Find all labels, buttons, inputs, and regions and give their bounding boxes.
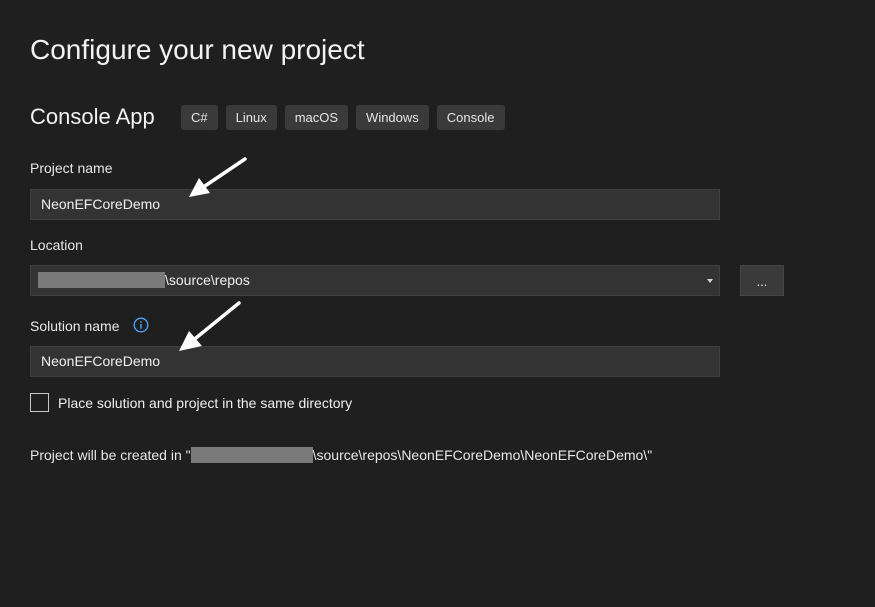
- template-name: Console App: [30, 104, 155, 129]
- tag-platform-windows: Windows: [356, 105, 429, 130]
- location-label: Location: [30, 237, 83, 253]
- project-name-label: Project name: [30, 160, 113, 176]
- tag-project-type: Console: [436, 105, 505, 130]
- tag-language: C#: [181, 105, 218, 130]
- redacted-path: [190, 447, 313, 463]
- solution-name-label: Solution name: [30, 318, 120, 334]
- browse-button[interactable]: ...: [740, 265, 784, 296]
- solution-name-input[interactable]: NeonEFCoreDemo: [30, 346, 720, 377]
- same-directory-label[interactable]: Place solution and project in the same d…: [58, 395, 352, 411]
- location-value: \source\repos: [165, 272, 250, 288]
- template-tags: C# Linux macOS Windows Console: [181, 105, 505, 130]
- info-icon[interactable]: [133, 317, 149, 333]
- created-path-text: Project will be created in " \source\repo…: [30, 447, 652, 463]
- project-name-input[interactable]: NeonEFCoreDemo: [30, 189, 720, 220]
- created-path-suffix: \source\repos\NeonEFCoreDemo\NeonEFCoreD…: [312, 447, 653, 463]
- annotation-arrow-icon: [179, 301, 241, 351]
- chevron-down-icon[interactable]: [707, 279, 713, 283]
- redacted-path: [38, 272, 165, 288]
- tag-platform-macos: macOS: [284, 105, 349, 130]
- created-path-prefix: Project will be created in ": [30, 447, 191, 463]
- tag-platform-linux: Linux: [225, 105, 277, 130]
- page-title: Configure your new project: [30, 34, 365, 65]
- same-directory-checkbox[interactable]: [30, 393, 49, 412]
- annotation-arrow-icon: [189, 157, 247, 197]
- location-combobox[interactable]: \source\repos: [30, 265, 720, 296]
